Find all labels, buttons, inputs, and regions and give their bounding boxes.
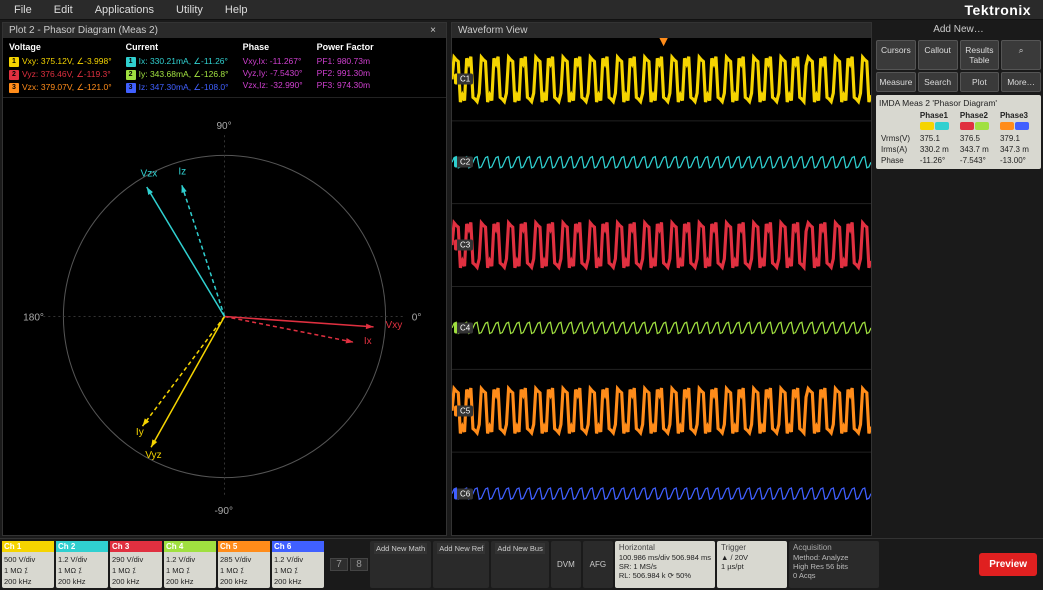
current-row-0: Ix: 330.21mA, ∠-11.26° (139, 56, 228, 67)
voltage-row-1: Vyz: 376.46V, ∠-119.3° (22, 69, 111, 80)
channel-tile-c1[interactable]: Ch 1500 V/div1 MΩ ⁒200 kHz (2, 541, 54, 588)
afg-tile[interactable]: AFG (583, 541, 613, 588)
acquisition-tile[interactable]: Acquisition Method: Analyze High Res 56 … (789, 541, 879, 588)
svg-text:Ix: Ix (364, 336, 372, 347)
side-btn-search[interactable]: Search (918, 72, 958, 92)
phasor-title: Plot 2 - Phasor Diagram (Meas 2) (9, 25, 158, 36)
waveform-title: Waveform View (458, 25, 527, 36)
channel-tile-c5[interactable]: Ch 5285 V/div1 MΩ ⁒200 kHz (218, 541, 270, 588)
side-btn-measure[interactable]: Measure (876, 72, 916, 92)
main-area: Plot 2 - Phasor Diagram (Meas 2) × Volta… (0, 20, 1043, 538)
trigger-tile[interactable]: Trigger ▲ / 20V 1 µs/pt (717, 541, 787, 588)
side-btn-plot[interactable]: Plot (960, 72, 1000, 92)
channel-badge-c1[interactable]: C1 (454, 74, 473, 85)
readout-phase: Phase Vxy,Ix: -11.267° Vyz,Iy: -7.5430° … (243, 42, 303, 93)
phasor-readouts: Voltage 1Vxy: 375.12V, ∠-3.998° 2Vyz: 37… (3, 38, 446, 98)
pf-row-0: PF1: 980.73m (317, 56, 370, 66)
waveform-title-bar[interactable]: Waveform View (452, 23, 871, 38)
horizontal-tile[interactable]: Horizontal 100.986 ms/div 506.984 ms SR:… (615, 541, 715, 588)
channel-tile-c2[interactable]: Ch 21.2 V/div1 MΩ ⁒200 kHz (56, 541, 108, 588)
menu-edit[interactable]: Edit (44, 1, 83, 19)
svg-text:90°: 90° (216, 121, 231, 132)
channel-badge-c4[interactable]: C4 (454, 322, 473, 333)
current-row-1: Iy: 343.68mA, ∠-126.8° (139, 69, 229, 80)
side-btn-cursors[interactable]: Cursors (876, 40, 916, 70)
svg-text:0°: 0° (412, 313, 422, 324)
bottom-bar: Ch 1500 V/div1 MΩ ⁒200 kHzCh 21.2 V/div1… (0, 538, 1043, 590)
results-table-box[interactable]: IMDA Meas 2 'Phasor Diagram' Phase1Phase… (876, 95, 1041, 169)
menubar: File Edit Applications Utility Help Tekt… (0, 0, 1043, 20)
phasor-panel: Plot 2 - Phasor Diagram (Meas 2) × Volta… (2, 22, 447, 536)
menu-applications[interactable]: Applications (85, 1, 164, 19)
svg-text:180°: 180° (23, 313, 44, 324)
svg-text:Vzx: Vzx (140, 169, 157, 180)
add-new-label: Add New… (876, 22, 1041, 37)
svg-text:Iy: Iy (136, 427, 144, 438)
svg-text:-90°: -90° (214, 506, 233, 517)
svg-text:Vyz: Vyz (145, 450, 161, 461)
voltage-row-2: Vzx: 379.07V, ∠-121.0° (22, 82, 112, 93)
side-btn-callout[interactable]: Callout (918, 40, 958, 70)
phase-row-0: Vxy,Ix: -11.267° (243, 56, 302, 66)
right-panel: Add New… CursorsCalloutResults Table⌕ Mea… (876, 22, 1041, 536)
menu-help[interactable]: Help (215, 1, 258, 19)
preview-button[interactable]: Preview (979, 553, 1037, 576)
channel-badge-c5[interactable]: C5 (454, 405, 473, 416)
channel-badge-c2[interactable]: C2 (454, 157, 473, 168)
waveform-panel: Waveform View C1C2C3C (451, 22, 872, 536)
add-math-tile[interactable]: Add New Math (370, 541, 431, 588)
current-row-2: Iz: 347.30mA, ∠-108.0° (139, 82, 229, 93)
add-bus-tile[interactable]: Add New Bus (491, 541, 548, 588)
menu-utility[interactable]: Utility (166, 1, 213, 19)
readout-current: Current 1Ix: 330.21mA, ∠-11.26° 2Iy: 343… (126, 42, 229, 93)
col-voltage-header: Voltage (9, 42, 112, 52)
col-current-header: Current (126, 42, 229, 52)
side-button-grid: CursorsCalloutResults Table⌕ MeasureSearc… (876, 40, 1041, 92)
col-pf-header: Power Factor (317, 42, 374, 52)
pf-row-1: PF2: 991.30m (317, 68, 370, 78)
waveform-svg (452, 38, 871, 535)
results-table: Phase1Phase2Phase3 Vrms(V)375.1376.5379.… (879, 110, 1038, 166)
phasor-svg: 0° 180° 90° -90° Vxy Vyz Vzx Ix Iy Iz (3, 98, 446, 535)
voltage-row-0: Vxy: 375.12V, ∠-3.998° (22, 56, 112, 67)
phasor-title-bar[interactable]: Plot 2 - Phasor Diagram (Meas 2) × (3, 23, 446, 38)
brand-logo: Tektronix (965, 2, 1039, 18)
side-btn--[interactable]: ⌕ (1001, 40, 1041, 70)
menu-file[interactable]: File (4, 1, 42, 19)
side-btn-more-[interactable]: More… (1001, 72, 1041, 92)
col-phase-header: Phase (243, 42, 303, 52)
svg-text:Iz: Iz (178, 166, 186, 177)
side-btn-results-table[interactable]: Results Table (960, 40, 1000, 70)
readout-voltage: Voltage 1Vxy: 375.12V, ∠-3.998° 2Vyz: 37… (9, 42, 112, 93)
channel-badge-c3[interactable]: C3 (454, 240, 473, 251)
add-ref-tile[interactable]: Add New Ref (433, 541, 489, 588)
channel-tile-c4[interactable]: Ch 41.2 V/div1 MΩ ⁒200 kHz (164, 541, 216, 588)
slot-8[interactable]: 8 (350, 558, 368, 571)
phase-row-1: Vyz,Iy: -7.5430° (243, 68, 303, 78)
svg-text:Vxy: Vxy (386, 320, 403, 331)
readout-pf: Power Factor PF1: 980.73m PF2: 991.30m P… (317, 42, 374, 93)
channel-tile-c3[interactable]: Ch 3290 V/div1 MΩ ⁒200 kHz (110, 541, 162, 588)
phase-row-2: Vzx,Iz: -32.990° (243, 80, 303, 90)
slot-7[interactable]: 7 (330, 558, 348, 571)
channel-badge-c6[interactable]: C6 (454, 488, 473, 499)
dvm-tile[interactable]: DVM (551, 541, 581, 588)
phasor-plot[interactable]: 0° 180° 90° -90° Vxy Vyz Vzx Ix Iy Iz (3, 98, 446, 535)
channel-tile-c6[interactable]: Ch 61.2 V/div1 MΩ ⁒200 kHz (272, 541, 324, 588)
pf-row-2: PF3: 974.30m (317, 80, 370, 90)
close-icon[interactable]: × (426, 25, 440, 36)
waveform-plot[interactable]: C1 C2 C3 C4 C5 C6 (452, 38, 871, 535)
results-title: IMDA Meas 2 'Phasor Diagram' (879, 98, 1038, 108)
